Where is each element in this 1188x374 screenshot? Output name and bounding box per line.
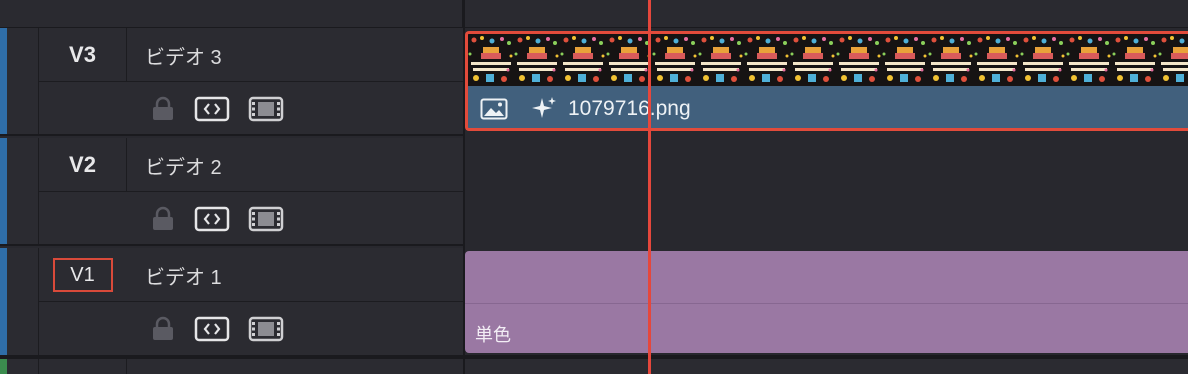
film-strip-icon[interactable]: [248, 316, 284, 342]
lock-icon[interactable]: [150, 316, 176, 342]
film-strip-icon[interactable]: [248, 206, 284, 232]
solid-color-clip-v1[interactable]: 単色: [465, 251, 1188, 353]
track-gutter: [7, 138, 39, 246]
track-divider: [0, 134, 463, 136]
audio-track-accent: [0, 359, 7, 374]
column-divider: [126, 359, 127, 374]
auto-select-icon[interactable]: [194, 96, 230, 122]
playhead[interactable]: [648, 0, 651, 374]
clip-label: 単色: [475, 325, 511, 345]
track-id-label: V3: [69, 42, 96, 67]
track-name-label[interactable]: ビデオ 2: [145, 138, 222, 192]
auto-select-icon[interactable]: [194, 206, 230, 232]
track-id-label: V2: [69, 152, 96, 177]
track-gutter: [7, 248, 39, 356]
track-color-accent: [0, 138, 7, 246]
track-name-label[interactable]: ビデオ 3: [145, 28, 222, 82]
clip-filename: 1079716.png: [568, 96, 691, 120]
lock-icon[interactable]: [150, 96, 176, 122]
destination-track-indicator[interactable]: V1: [52, 258, 113, 292]
clip-info-bar: 1079716.png: [468, 86, 1188, 128]
column-divider: [463, 359, 465, 374]
column-divider: [38, 359, 39, 374]
track-id-cell[interactable]: V3: [39, 28, 127, 82]
track-id-label: V1: [70, 263, 95, 286]
track-color-accent: [0, 248, 7, 356]
film-strip-icon[interactable]: [248, 96, 284, 122]
track-name-label[interactable]: ビデオ 1: [145, 248, 222, 302]
image-clip-v3[interactable]: 1079716.png: [465, 31, 1188, 131]
track-id-cell[interactable]: V1: [39, 248, 126, 302]
track-gutter: [7, 28, 39, 136]
track-header-v1[interactable]: V1 ビデオ 1: [0, 248, 463, 356]
sparkle-icon: [530, 95, 558, 123]
track-color-accent: [0, 28, 7, 136]
track-header-v3[interactable]: V3 ビデオ 3: [0, 28, 463, 136]
track-controls: [150, 192, 284, 246]
track-divider: [0, 244, 463, 246]
track-id-cell[interactable]: V2: [39, 138, 127, 192]
clip-thumbnail-strip: [468, 34, 1188, 86]
track-controls: [150, 302, 284, 356]
audio-track-header-partial: [0, 359, 1188, 374]
timeline-lane-v2[interactable]: [465, 138, 1188, 246]
image-icon: [480, 98, 508, 120]
lock-icon[interactable]: [150, 206, 176, 232]
auto-select-icon[interactable]: [194, 316, 230, 342]
timeline-editor: V3 ビデオ 3 V2 ビデオ 2 V1 ビデオ 1 1079716.png 単…: [0, 0, 1188, 374]
track-header-v2[interactable]: V2 ビデオ 2: [0, 138, 463, 246]
timeline-header-strip: [0, 0, 1188, 28]
clip-divider: [465, 303, 1188, 304]
track-controls: [150, 82, 284, 136]
